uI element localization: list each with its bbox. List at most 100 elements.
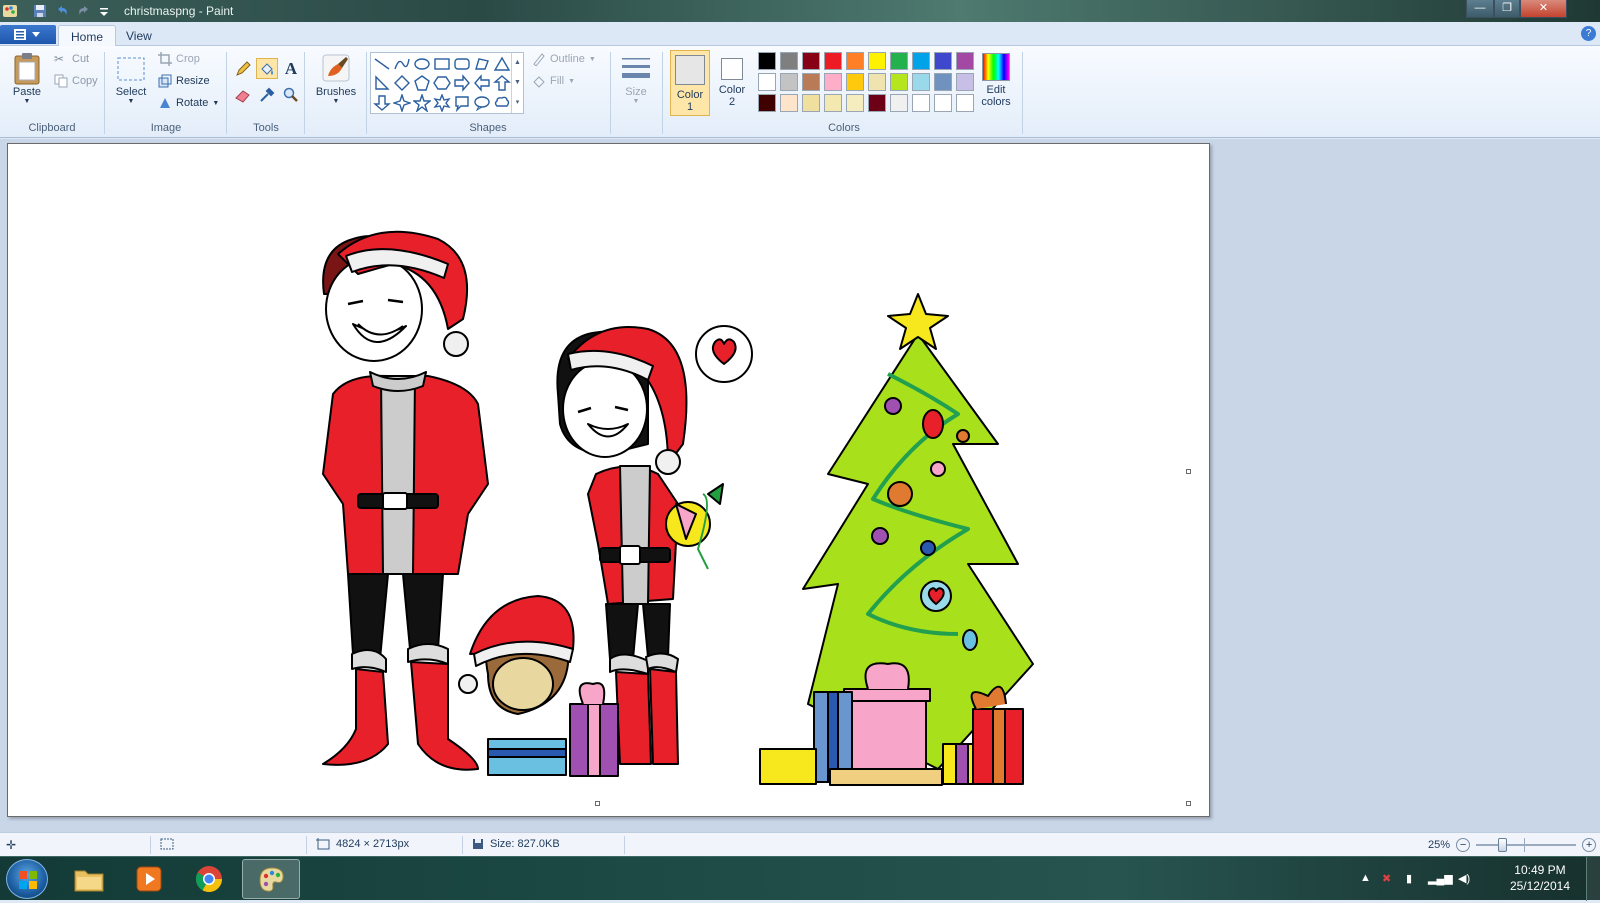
palette-swatch[interactable] — [868, 94, 886, 112]
palette-swatch[interactable] — [846, 73, 864, 91]
rotate-button[interactable]: Rotate ▼ — [158, 96, 219, 110]
left-arrow-shape-icon[interactable] — [473, 74, 491, 92]
six-point-star-shape-icon[interactable] — [433, 94, 451, 112]
palette-swatch[interactable] — [868, 73, 886, 91]
palette-swatch[interactable] — [780, 52, 798, 70]
palette-swatch[interactable] — [912, 94, 930, 112]
start-button[interactable] — [6, 859, 48, 899]
right-arrow-shape-icon[interactable] — [453, 74, 471, 92]
palette-swatch[interactable] — [934, 73, 952, 91]
palette-swatch[interactable] — [956, 52, 974, 70]
zoom-slider-thumb[interactable] — [1498, 838, 1508, 852]
palette-swatch[interactable] — [890, 94, 908, 112]
customize-quick-access-icon[interactable] — [96, 3, 112, 19]
palette-swatch[interactable] — [890, 73, 908, 91]
size-button[interactable]: Size ▼ — [616, 50, 656, 116]
magnifier-tool[interactable] — [280, 84, 302, 105]
show-desktop-button[interactable] — [1586, 857, 1600, 901]
edit-colors-button[interactable]: Edit colors — [974, 50, 1018, 116]
eraser-tool[interactable] — [232, 84, 254, 105]
outline-button[interactable]: Outline ▼ — [532, 52, 596, 66]
taskbar-media-player[interactable] — [120, 859, 178, 899]
drawing-canvas[interactable] — [7, 143, 1210, 817]
palette-swatch[interactable] — [758, 73, 776, 91]
right-triangle-shape-icon[interactable] — [373, 74, 391, 92]
tab-home[interactable]: Home — [58, 25, 117, 47]
rounded-rectangle-shape-icon[interactable] — [453, 55, 471, 73]
palette-swatch[interactable] — [934, 94, 952, 112]
copy-button[interactable]: Copy — [54, 74, 98, 88]
help-icon[interactable]: ? — [1581, 26, 1596, 41]
palette-swatch[interactable] — [934, 52, 952, 70]
shapes-scrollbar[interactable]: ▲ ▼ ▾ — [511, 53, 523, 113]
oval-callout-shape-icon[interactable] — [473, 94, 491, 112]
rectangle-shape-icon[interactable] — [433, 55, 451, 73]
cloud-callout-shape-icon[interactable] — [493, 94, 511, 112]
palette-swatch[interactable] — [824, 52, 842, 70]
palette-swatch[interactable] — [802, 94, 820, 112]
fill-tool[interactable] — [256, 58, 278, 79]
palette-swatch[interactable] — [956, 94, 974, 112]
palette-swatch[interactable] — [956, 73, 974, 91]
undo-icon[interactable] — [54, 3, 70, 19]
up-arrow-shape-icon[interactable] — [493, 74, 511, 92]
palette-swatch[interactable] — [758, 52, 776, 70]
diamond-shape-icon[interactable] — [393, 74, 411, 92]
resize-button[interactable]: Resize — [158, 74, 210, 88]
paste-button[interactable]: Paste ▼ — [6, 50, 48, 116]
system-clock[interactable]: 10:49 PM 25/12/2014 — [1510, 862, 1570, 894]
canvas-workspace[interactable] — [0, 139, 1600, 832]
triangle-shape-icon[interactable] — [493, 55, 511, 73]
pencil-tool[interactable] — [232, 58, 254, 79]
four-point-star-shape-icon[interactable] — [393, 94, 411, 112]
palette-swatch[interactable] — [890, 52, 908, 70]
palette-swatch[interactable] — [846, 52, 864, 70]
palette-swatch[interactable] — [912, 52, 930, 70]
palette-swatch[interactable] — [824, 73, 842, 91]
resize-handle-right[interactable] — [1186, 469, 1191, 474]
brushes-button[interactable]: Brushes ▼ — [310, 50, 362, 116]
network-error-icon[interactable]: ✖ — [1382, 872, 1391, 885]
polygon-shape-icon[interactable] — [473, 55, 491, 73]
palette-swatch[interactable] — [824, 94, 842, 112]
palette-swatch[interactable] — [846, 94, 864, 112]
resize-handle-corner[interactable] — [1186, 801, 1191, 806]
color2-button[interactable]: Color 2 — [712, 50, 752, 116]
color-picker-tool[interactable] — [256, 84, 278, 105]
taskbar-paint[interactable] — [242, 859, 300, 899]
show-hidden-icons-button[interactable]: ▲ — [1360, 872, 1371, 884]
pentagon-shape-icon[interactable] — [413, 74, 431, 92]
line-shape-icon[interactable] — [373, 55, 391, 73]
palette-swatch[interactable] — [758, 94, 776, 112]
save-icon[interactable] — [32, 3, 48, 19]
palette-swatch[interactable] — [802, 52, 820, 70]
paint-app-icon[interactable] — [2, 3, 18, 19]
palette-swatch[interactable] — [780, 94, 798, 112]
rounded-callout-shape-icon[interactable] — [453, 94, 471, 112]
fill-button[interactable]: Fill ▼ — [532, 74, 575, 88]
minimize-button[interactable]: — — [1466, 0, 1494, 18]
signal-icon[interactable]: ▂▄▆ — [1428, 872, 1453, 885]
text-tool[interactable]: A — [280, 58, 302, 79]
curve-shape-icon[interactable] — [393, 55, 411, 73]
restore-button[interactable]: ❐ — [1494, 0, 1520, 18]
crop-button[interactable]: Crop — [158, 52, 200, 66]
taskbar-explorer[interactable] — [60, 859, 118, 899]
palette-swatch[interactable] — [780, 73, 798, 91]
palette-swatch[interactable] — [868, 52, 886, 70]
tab-view[interactable]: View — [114, 25, 164, 47]
palette-swatch[interactable] — [802, 73, 820, 91]
close-button[interactable]: ✕ — [1520, 0, 1567, 18]
five-point-star-shape-icon[interactable] — [413, 94, 431, 112]
oval-shape-icon[interactable] — [413, 55, 431, 73]
zoom-slider[interactable] — [1476, 838, 1577, 852]
resize-handle-bottom[interactable] — [595, 801, 600, 806]
down-arrow-shape-icon[interactable] — [373, 94, 391, 112]
zoom-in-button[interactable]: + — [1582, 838, 1597, 852]
palette-swatch[interactable] — [912, 73, 930, 91]
cut-button[interactable]: ✂ Cut — [54, 52, 89, 66]
battery-icon[interactable]: ▮ — [1406, 872, 1412, 885]
zoom-out-button[interactable]: − — [1456, 838, 1471, 852]
volume-icon[interactable]: ◀) — [1458, 872, 1470, 885]
paint-menu-button[interactable] — [0, 25, 56, 44]
